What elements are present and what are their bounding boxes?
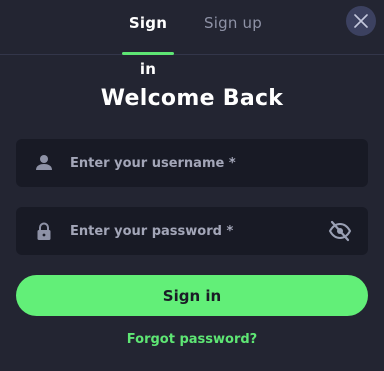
close-icon bbox=[354, 14, 368, 28]
tab-signin[interactable]: Sign in bbox=[122, 0, 174, 78]
user-icon bbox=[36, 155, 52, 170]
tab-signin-label: Sign in bbox=[128, 14, 168, 78]
page-title: Welcome Back bbox=[100, 86, 284, 111]
password-input[interactable] bbox=[70, 207, 330, 255]
signin-modal: Sign in Sign up Welcome Back Enter your … bbox=[0, 0, 384, 371]
username-field[interactable] bbox=[16, 139, 368, 187]
tab-signup-label: Sign up bbox=[204, 14, 262, 32]
auth-tabs: Sign in Sign up bbox=[0, 0, 384, 78]
signin-button[interactable]: Sign in bbox=[16, 275, 368, 316]
close-button[interactable] bbox=[346, 6, 376, 36]
forgot-password-link[interactable]: Forgot password? bbox=[0, 332, 384, 347]
lock-icon bbox=[37, 222, 51, 240]
tab-signup[interactable]: Sign up bbox=[203, 0, 263, 54]
password-field[interactable] bbox=[16, 207, 368, 255]
username-input[interactable] bbox=[70, 139, 330, 187]
active-tab-indicator bbox=[122, 52, 174, 55]
eye-off-icon[interactable] bbox=[328, 219, 352, 243]
